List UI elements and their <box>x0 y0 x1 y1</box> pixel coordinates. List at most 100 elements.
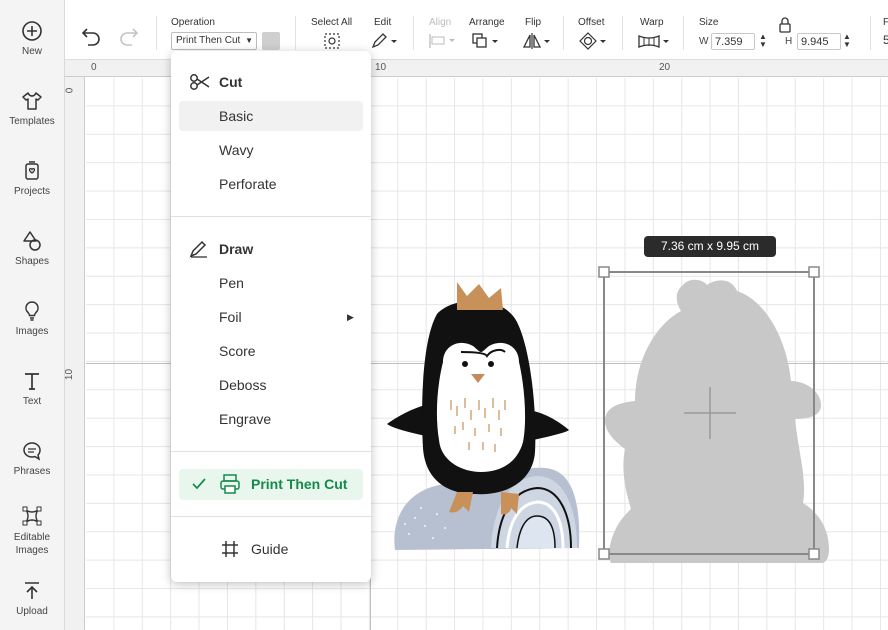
caret-down-icon: ▼ <box>245 36 253 45</box>
sidebar-item-templates[interactable]: Templates <box>0 90 64 128</box>
select-all-label: Select All <box>311 17 353 28</box>
menu-item-label: Guide <box>251 541 289 557</box>
size-label: Size <box>699 17 719 28</box>
sidebar-item-label: Upload <box>16 606 48 617</box>
height-prefix: H <box>785 36 793 47</box>
operation-value: Print Then Cut <box>176 35 241 46</box>
editable-images-icon <box>22 506 42 526</box>
sidebar-item-label: Phrases <box>13 466 51 477</box>
menu-item-label: Score <box>219 343 256 359</box>
sidebar-item-phrases[interactable]: Phrases <box>0 440 64 478</box>
color-swatch[interactable] <box>262 32 280 50</box>
menu-divider <box>171 451 371 452</box>
menu-header-label: Draw <box>219 241 254 257</box>
menu-item-basic[interactable]: Basic <box>179 101 363 131</box>
arrange-label: Arrange <box>469 17 505 28</box>
menu-item-foil[interactable]: Foil ▶ <box>179 302 363 332</box>
height-stepper[interactable]: ▲ ▼ <box>841 33 853 50</box>
menu-item-label: Engrave <box>219 411 272 427</box>
pencil-icon[interactable] <box>370 32 398 50</box>
redo-icon[interactable] <box>118 26 140 46</box>
penguin-image[interactable] <box>385 282 585 554</box>
sidebar-item-shapes[interactable]: Shapes <box>0 230 64 268</box>
sidebar-item-label: Projects <box>13 186 51 197</box>
flip-label: Flip <box>525 17 542 28</box>
printer-icon <box>220 474 240 494</box>
left-sidebar: New Templates Projects Shapes Images Tex… <box>0 0 65 630</box>
operation-dropdown-menu: Cut Basic Wavy Perforate Draw Pen Foil ▶ … <box>171 51 371 582</box>
menu-divider <box>171 216 371 217</box>
menu-item-label: Wavy <box>219 142 254 158</box>
text-icon <box>25 373 39 390</box>
menu-item-label: Deboss <box>219 377 267 393</box>
flip-icon[interactable] <box>522 32 552 50</box>
menu-item-label: Pen <box>219 275 244 291</box>
submenu-arrow-icon: ▶ <box>347 312 354 322</box>
warp-label: Warp <box>640 17 664 28</box>
sidebar-item-images[interactable]: Images <box>0 300 64 338</box>
menu-item-guide[interactable]: Guide <box>179 534 363 564</box>
ruler-left: 0 10 <box>65 77 85 630</box>
ruler-label: 10 <box>65 368 76 381</box>
sidebar-item-text[interactable]: Text <box>0 370 64 408</box>
menu-item-label: Perforate <box>219 176 277 192</box>
sidebar-item-upload[interactable]: Upload <box>0 580 64 618</box>
dimension-tag: 7.36 cm x 9.95 cm <box>644 236 776 257</box>
menu-item-score[interactable]: Score <box>179 336 363 366</box>
sidebar-item-label: New <box>21 46 42 57</box>
scissors-icon <box>190 74 210 90</box>
menu-header-cut: Cut <box>179 67 363 97</box>
height-input[interactable] <box>797 33 841 50</box>
projects-icon <box>25 161 39 180</box>
menu-item-perforate[interactable]: Perforate <box>179 169 363 199</box>
lock-icon[interactable] <box>778 17 792 33</box>
edit-label: Edit <box>374 17 392 28</box>
menu-header-label: Cut <box>219 74 243 90</box>
sidebar-item-label: Shapes <box>15 256 49 267</box>
ruler-label: 0 <box>65 87 76 94</box>
width-input[interactable] <box>711 33 755 50</box>
menu-item-deboss[interactable]: Deboss <box>179 370 363 400</box>
arrange-icon[interactable] <box>471 32 501 50</box>
overflow-value: 5 <box>883 33 888 47</box>
warp-icon[interactable] <box>637 32 671 50</box>
align-icon[interactable] <box>428 33 456 49</box>
operation-label: Operation <box>171 17 215 28</box>
overflow-label: F <box>883 17 888 28</box>
width-prefix: W <box>699 36 709 47</box>
operation-select[interactable]: Print Then Cut ▼ <box>171 32 257 50</box>
menu-item-label: Basic <box>219 108 254 124</box>
offset-icon[interactable] <box>579 32 609 50</box>
menu-item-pen[interactable]: Pen <box>179 268 363 298</box>
pen-icon <box>189 240 207 258</box>
ruler-label: 10 <box>375 62 387 73</box>
sidebar-item-new[interactable]: New <box>0 20 64 58</box>
sidebar-item-label: Text <box>22 396 42 407</box>
selection-box[interactable] <box>598 265 828 565</box>
sidebar-item-projects[interactable]: Projects <box>0 160 64 198</box>
menu-item-label: Print Then Cut <box>251 476 348 492</box>
sidebar-item-editable-images[interactable]: Editable Images <box>0 505 64 557</box>
menu-item-engrave[interactable]: Engrave <box>179 404 363 434</box>
shapes-icon <box>23 231 41 251</box>
sidebar-item-label: Images <box>15 326 49 337</box>
menu-item-print-then-cut[interactable]: Print Then Cut <box>179 469 363 500</box>
align-label: Align <box>429 17 452 28</box>
menu-item-wavy[interactable]: Wavy <box>179 135 363 165</box>
sidebar-item-label: Images <box>15 545 49 556</box>
width-stepper[interactable]: ▲ ▼ <box>757 33 769 50</box>
menu-item-label: Foil <box>219 309 242 325</box>
ruler-label: 20 <box>659 62 671 73</box>
offset-label: Offset <box>578 17 605 28</box>
select-all-icon[interactable] <box>323 32 341 50</box>
upload-icon <box>25 582 39 599</box>
menu-header-draw: Draw <box>179 234 363 264</box>
undo-icon[interactable] <box>80 26 102 46</box>
shirt-icon <box>22 92 42 110</box>
speech-bubble-icon <box>23 442 41 461</box>
ruler-label: 0 <box>91 62 97 73</box>
sidebar-item-label: Editable <box>13 532 51 543</box>
sidebar-item-label: Templates <box>9 116 55 127</box>
checkmark-icon <box>192 478 206 490</box>
guide-icon <box>222 541 238 557</box>
